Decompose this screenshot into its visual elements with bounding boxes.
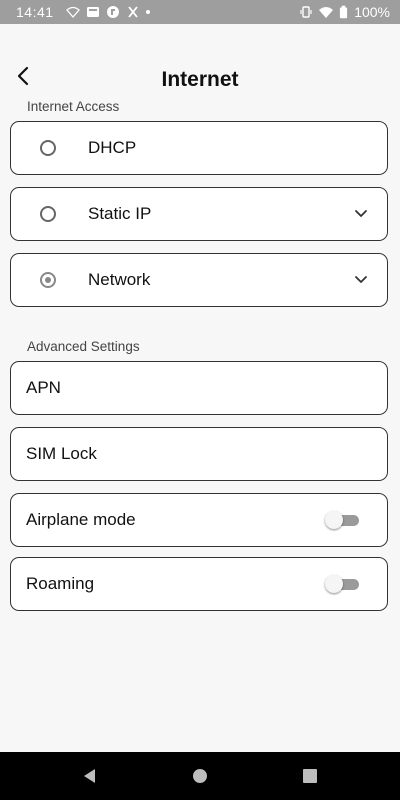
apn-label: APN [26,378,61,397]
battery-level: 100% [354,4,390,20]
toggle-knob [325,511,343,529]
sim-lock-label: SIM Lock [26,444,97,463]
wifi-icon [65,6,80,18]
option-network[interactable]: Network [10,253,388,307]
back-triangle-icon[interactable] [80,766,100,786]
status-left-icons [65,5,150,19]
chevron-down-icon[interactable] [353,206,369,222]
option-label: Static IP [88,204,152,223]
navigation-bar [0,752,400,800]
option-label: DHCP [88,138,137,157]
app-header: Internet [0,60,400,100]
toggle-knob [325,575,343,593]
radio-button-selected[interactable] [40,272,56,288]
roaming-item: Roaming [10,557,388,611]
roaming-toggle[interactable] [325,574,361,594]
radio-button[interactable] [40,140,56,156]
option-label: Network [88,270,151,289]
apn-item[interactable]: APN [10,361,388,415]
option-dhcp[interactable]: DHCP [10,121,388,175]
internet-access-label: Internet Access [27,99,120,114]
app-icon [106,6,119,18]
airplane-mode-label: Airplane mode [26,510,136,529]
recents-square-icon[interactable] [300,766,320,786]
radio-button[interactable] [40,206,56,222]
option-static-ip[interactable]: Static IP [10,187,388,241]
wifi-signal-icon [319,7,334,18]
roaming-label: Roaming [26,574,95,593]
dot-icon [145,10,150,14]
status-bar: 14:41 100% [0,0,400,24]
status-time: 14:41 [16,4,54,20]
sim-lock-item[interactable]: SIM Lock [10,427,388,481]
airplane-mode-toggle[interactable] [325,510,361,530]
advanced-settings-label: Advanced Settings [27,339,140,354]
chevron-down-icon[interactable] [353,272,369,288]
battery-icon [340,5,348,19]
home-circle-icon[interactable] [190,766,210,786]
notification-icon [86,7,99,17]
vibrate-icon [300,6,312,18]
tools-icon [127,6,138,18]
page-title: Internet [161,68,239,91]
airplane-mode-item: Airplane mode [10,493,388,547]
status-right-icons: 100% [299,4,390,20]
